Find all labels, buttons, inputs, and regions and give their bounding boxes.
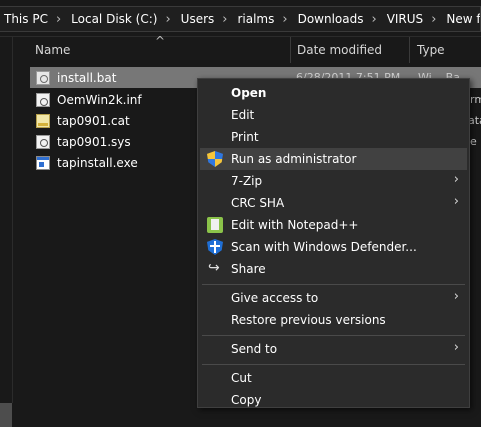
menu-item-give-access-to[interactable]: Give access to › bbox=[200, 287, 467, 309]
file-name: tapinstall.exe bbox=[57, 155, 138, 170]
navigation-pane-scrollbar[interactable] bbox=[0, 403, 12, 427]
security-catalog-icon bbox=[36, 113, 50, 128]
uac-shield-icon bbox=[207, 151, 223, 167]
setup-info-file-icon bbox=[36, 92, 50, 107]
menu-item-edit-with-notepad-plus-plus[interactable]: Edit with Notepad++ bbox=[200, 214, 467, 236]
menu-item-label: Edit bbox=[231, 108, 255, 122]
menu-item-label: CRC SHA bbox=[231, 196, 285, 210]
submenu-arrow-icon: › bbox=[453, 172, 459, 187]
file-type: e bbox=[470, 135, 477, 148]
menu-separator bbox=[202, 364, 465, 365]
column-header-name[interactable]: Name bbox=[35, 43, 70, 57]
file-name: tap0901.cat bbox=[57, 113, 130, 128]
menu-item-print[interactable]: Print bbox=[200, 126, 467, 148]
file-type: rm bbox=[470, 93, 481, 106]
breadcrumb-separator[interactable]: › bbox=[276, 12, 293, 27]
menu-separator bbox=[202, 284, 465, 285]
menu-item-send-to[interactable]: Send to › bbox=[200, 338, 467, 360]
windows-defender-icon bbox=[207, 239, 223, 255]
menu-item-open[interactable]: Open bbox=[200, 82, 467, 104]
menu-item-label: Send to bbox=[231, 342, 278, 356]
breadcrumb-separator[interactable]: › bbox=[159, 12, 176, 27]
menu-item-edit[interactable]: Edit bbox=[200, 104, 467, 126]
menu-item-label: Cut bbox=[231, 371, 252, 385]
breadcrumb-downloads[interactable]: Downloads bbox=[294, 12, 366, 26]
menu-item-label: Give access to bbox=[231, 291, 319, 305]
column-divider[interactable] bbox=[409, 37, 410, 63]
system-file-icon bbox=[36, 134, 50, 149]
menu-item-label: Share bbox=[231, 262, 266, 276]
menu-item-label: Open bbox=[231, 86, 267, 100]
menu-separator bbox=[202, 335, 465, 336]
column-divider[interactable] bbox=[290, 37, 291, 63]
menu-item-copy[interactable]: Copy bbox=[200, 389, 467, 411]
menu-item-label: Copy bbox=[231, 393, 262, 407]
column-headers: ^ Name Date modified Type bbox=[13, 34, 481, 63]
menu-item-label: 7-Zip bbox=[231, 174, 263, 188]
menu-item-7-zip[interactable]: 7-Zip › bbox=[200, 170, 467, 192]
breadcrumb-users[interactable]: Users bbox=[177, 12, 217, 26]
menu-item-label: Run as administrator bbox=[231, 152, 357, 166]
breadcrumb-this-pc[interactable]: This PC bbox=[0, 12, 50, 26]
notepad-plus-plus-icon bbox=[207, 217, 223, 233]
menu-item-cut[interactable]: Cut bbox=[200, 367, 467, 389]
address-bar: This PC › Local Disk (C:) › Users › rial… bbox=[0, 0, 481, 37]
breadcrumb-separator[interactable]: › bbox=[425, 12, 442, 27]
sort-ascending-icon: ^ bbox=[155, 34, 166, 48]
menu-item-crc-sha[interactable]: CRC SHA › bbox=[200, 192, 467, 214]
share-icon: ↪ bbox=[208, 260, 220, 276]
breadcrumb-separator[interactable]: › bbox=[365, 12, 382, 27]
menu-item-label: Print bbox=[231, 130, 259, 144]
column-header-type[interactable]: Type bbox=[417, 43, 445, 57]
menu-item-label: Edit with Notepad++ bbox=[231, 218, 359, 232]
breadcrumb[interactable]: This PC › Local Disk (C:) › Users › rial… bbox=[0, 6, 481, 32]
file-name: tap0901.sys bbox=[57, 134, 131, 149]
breadcrumb-local-disk[interactable]: Local Disk (C:) bbox=[67, 12, 159, 26]
menu-item-share[interactable]: ↪ Share bbox=[200, 258, 467, 280]
column-header-date-modified[interactable]: Date modified bbox=[297, 43, 382, 57]
breadcrumb-new-folder[interactable]: New folder bbox=[442, 12, 480, 26]
submenu-arrow-icon: › bbox=[453, 289, 459, 304]
file-name: install.bat bbox=[57, 70, 117, 85]
navigation-pane[interactable] bbox=[0, 37, 13, 427]
breadcrumb-rialms[interactable]: rialms bbox=[233, 12, 276, 26]
breadcrumb-separator[interactable]: › bbox=[216, 12, 233, 27]
menu-item-run-as-administrator[interactable]: Run as administrator bbox=[200, 148, 467, 170]
batch-file-icon bbox=[36, 70, 50, 85]
menu-item-scan-with-windows-defender[interactable]: Scan with Windows Defender... bbox=[200, 236, 467, 258]
context-menu: Open Edit Print Run as administrator 7-Z… bbox=[197, 78, 470, 408]
breadcrumb-separator[interactable]: › bbox=[50, 12, 67, 27]
menu-item-label: Scan with Windows Defender... bbox=[231, 240, 417, 254]
file-name: OemWin2k.inf bbox=[57, 92, 142, 107]
menu-item-label: Restore previous versions bbox=[231, 313, 386, 327]
submenu-arrow-icon: › bbox=[453, 340, 459, 355]
application-icon bbox=[36, 155, 50, 170]
submenu-arrow-icon: › bbox=[453, 194, 459, 209]
breadcrumb-virus[interactable]: VIRUS bbox=[383, 12, 426, 26]
menu-item-restore-previous-versions[interactable]: Restore previous versions bbox=[200, 309, 467, 331]
